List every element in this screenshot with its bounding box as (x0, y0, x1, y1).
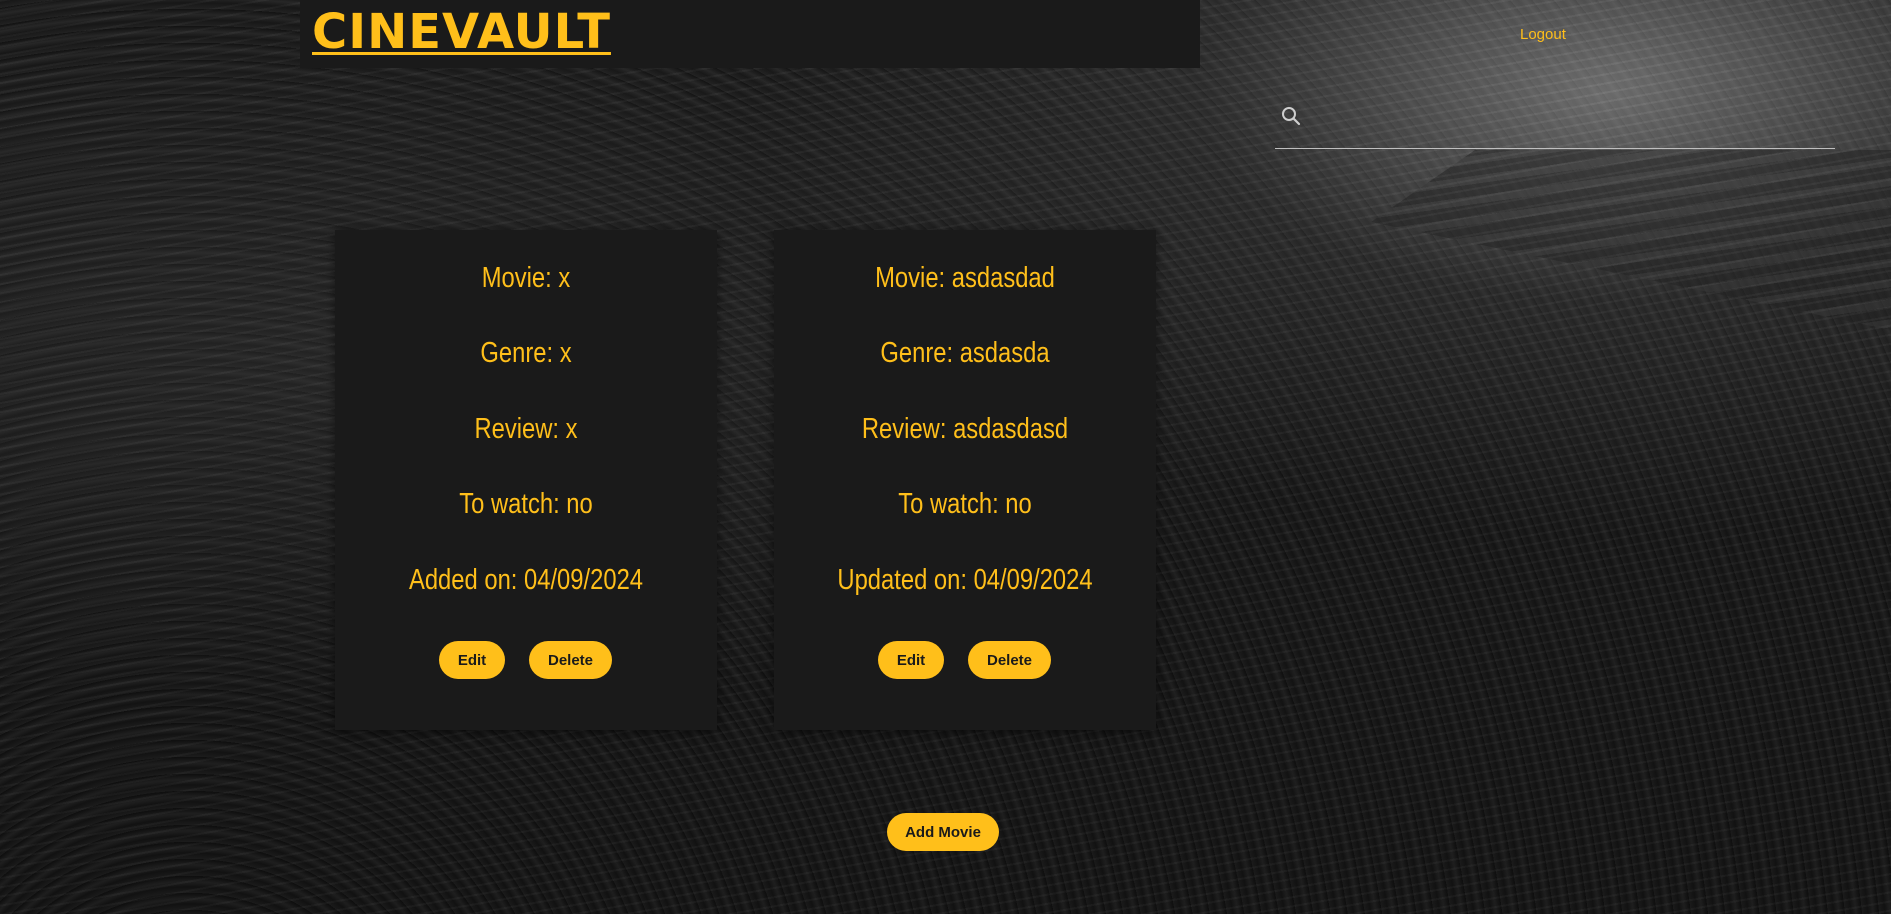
logout-link[interactable]: Logout (1520, 26, 1566, 43)
background-stage-stairs (1371, 150, 1891, 330)
page-background: CINEVAULT Logout Movie: x Genre: x Revie… (0, 0, 1891, 914)
add-movie-button[interactable]: Add Movie (887, 813, 999, 851)
movie-review: Review: x (474, 413, 578, 445)
movie-genre: Genre: asdasda (880, 337, 1050, 369)
movie-title: Movie: x (481, 262, 571, 294)
search-input[interactable] (1311, 102, 1825, 134)
movie-genre: Genre: x (480, 337, 572, 369)
movie-to-watch: To watch: no (898, 488, 1032, 520)
delete-button[interactable]: Delete (529, 641, 612, 679)
movie-date: Updated on: 04/09/2024 (837, 564, 1093, 596)
movie-date: Added on: 04/09/2024 (408, 564, 644, 596)
search-icon[interactable] (1281, 106, 1301, 126)
edit-button[interactable]: Edit (878, 641, 944, 679)
edit-button[interactable]: Edit (439, 641, 505, 679)
movie-review: Review: asdasdasd (861, 413, 1069, 445)
movie-to-watch: To watch: no (459, 488, 593, 520)
movie-title: Movie: asdasdad (875, 262, 1055, 294)
movie-card: Movie: asdasdad Genre: asdasda Review: a… (774, 230, 1156, 730)
delete-button[interactable]: Delete (968, 641, 1051, 679)
movie-card: Movie: x Genre: x Review: x To watch: no… (335, 230, 717, 730)
search-bar (1275, 100, 1835, 149)
brand-logo[interactable]: CINEVAULT (312, 2, 611, 62)
